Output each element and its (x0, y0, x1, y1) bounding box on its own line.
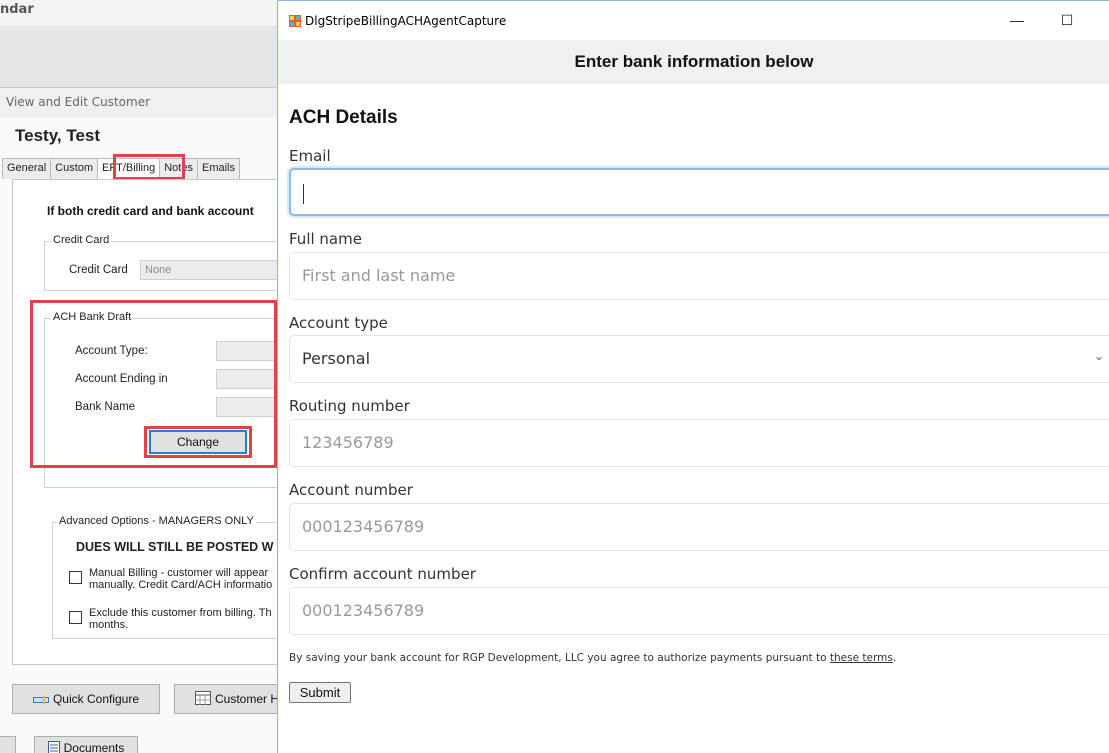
email-label: Email (289, 147, 331, 165)
credit-card-label: Credit Card (69, 264, 128, 276)
app-title-strip (0, 0, 280, 26)
terms-link[interactable]: these terms (830, 652, 893, 664)
documents-button[interactable]: Documents (34, 736, 138, 753)
manual-billing-text-2: manually. Credit Card/ACH informatio (89, 579, 273, 591)
maximize-icon: ☐ (1060, 12, 1074, 28)
tab-emails[interactable]: Emails (196, 158, 240, 179)
app-title: ndar (0, 2, 34, 17)
dialog-titlebar: DlgStripeBillingACHAgentCapture — ☐ (278, 1, 1109, 39)
terms-suffix: . (892, 652, 897, 664)
tab-general[interactable]: General (2, 158, 52, 179)
bottom-left-button[interactable] (0, 736, 16, 753)
dues-warning: DUES WILL STILL BE POSTED W (76, 540, 274, 554)
manual-billing-checkbox[interactable] (69, 571, 82, 584)
exclude-billing-text-2: months. (89, 619, 129, 631)
calendar-icon (195, 691, 211, 705)
text-cursor (303, 183, 304, 204)
credit-card-value: None (140, 260, 280, 280)
account-type-label: Account type (289, 314, 388, 332)
submit-button[interactable]: Submit (289, 682, 351, 703)
ach-details-heading: ACH Details (289, 107, 398, 128)
tab-custom[interactable]: Custom (50, 158, 99, 179)
terms-text: By saving your bank account for RGP Deve… (289, 652, 896, 664)
email-field[interactable] (289, 168, 1109, 216)
customer-name: Testy, Test (15, 126, 101, 145)
account-type-select[interactable]: Personal (289, 335, 1109, 383)
minimize-button[interactable]: — (994, 5, 1040, 35)
eft-tab-highlight (113, 154, 185, 180)
dialog-title: DlgStripeBillingACHAgentCapture (305, 14, 507, 28)
document-icon (47, 741, 60, 753)
documents-label: Documents (63, 741, 125, 753)
toolbar-band (0, 26, 280, 88)
chevron-down-icon[interactable]: ⌄ (1094, 349, 1104, 363)
confirm-account-number-label: Confirm account number (289, 565, 476, 583)
credit-card-group-label: Credit Card (51, 234, 112, 246)
customer-history-label: Customer H (215, 692, 280, 706)
app-icon (289, 15, 301, 27)
confirm-account-number-field[interactable]: 000123456789 (289, 587, 1109, 635)
advanced-group-label: Advanced Options - MANAGERS ONLY (57, 515, 256, 527)
ach-group-highlight (30, 300, 277, 468)
terms-prefix: By saving your bank account for RGP Deve… (289, 652, 830, 664)
exclude-billing-text-1: Exclude this customer from billing. Th (89, 607, 272, 619)
maximize-button[interactable]: ☐ (1044, 5, 1090, 35)
account-number-label: Account number (289, 481, 413, 499)
ach-capture-dialog: DlgStripeBillingACHAgentCapture — ☐ Ente… (277, 0, 1109, 753)
section-title: View and Edit Customer (6, 95, 151, 109)
quick-configure-button[interactable]: Quick Configure (12, 684, 160, 714)
exclude-billing-checkbox[interactable] (69, 611, 82, 624)
quick-configure-label: Quick Configure (52, 692, 140, 706)
full-name-label: Full name (289, 230, 362, 248)
full-name-field[interactable]: First and last name (289, 252, 1109, 300)
dialog-banner: Enter bank information below (278, 40, 1109, 84)
routing-number-field[interactable]: 123456789 (289, 419, 1109, 467)
account-number-field[interactable]: 000123456789 (289, 503, 1109, 551)
configure-icon (32, 695, 49, 705)
billing-note: If both credit card and bank account (47, 204, 254, 218)
customer-history-button[interactable]: Customer H (174, 684, 280, 714)
routing-number-label: Routing number (289, 397, 410, 415)
manual-billing-text-1: Manual Billing - customer will appear (89, 567, 269, 579)
minimize-icon: — (1010, 12, 1024, 28)
